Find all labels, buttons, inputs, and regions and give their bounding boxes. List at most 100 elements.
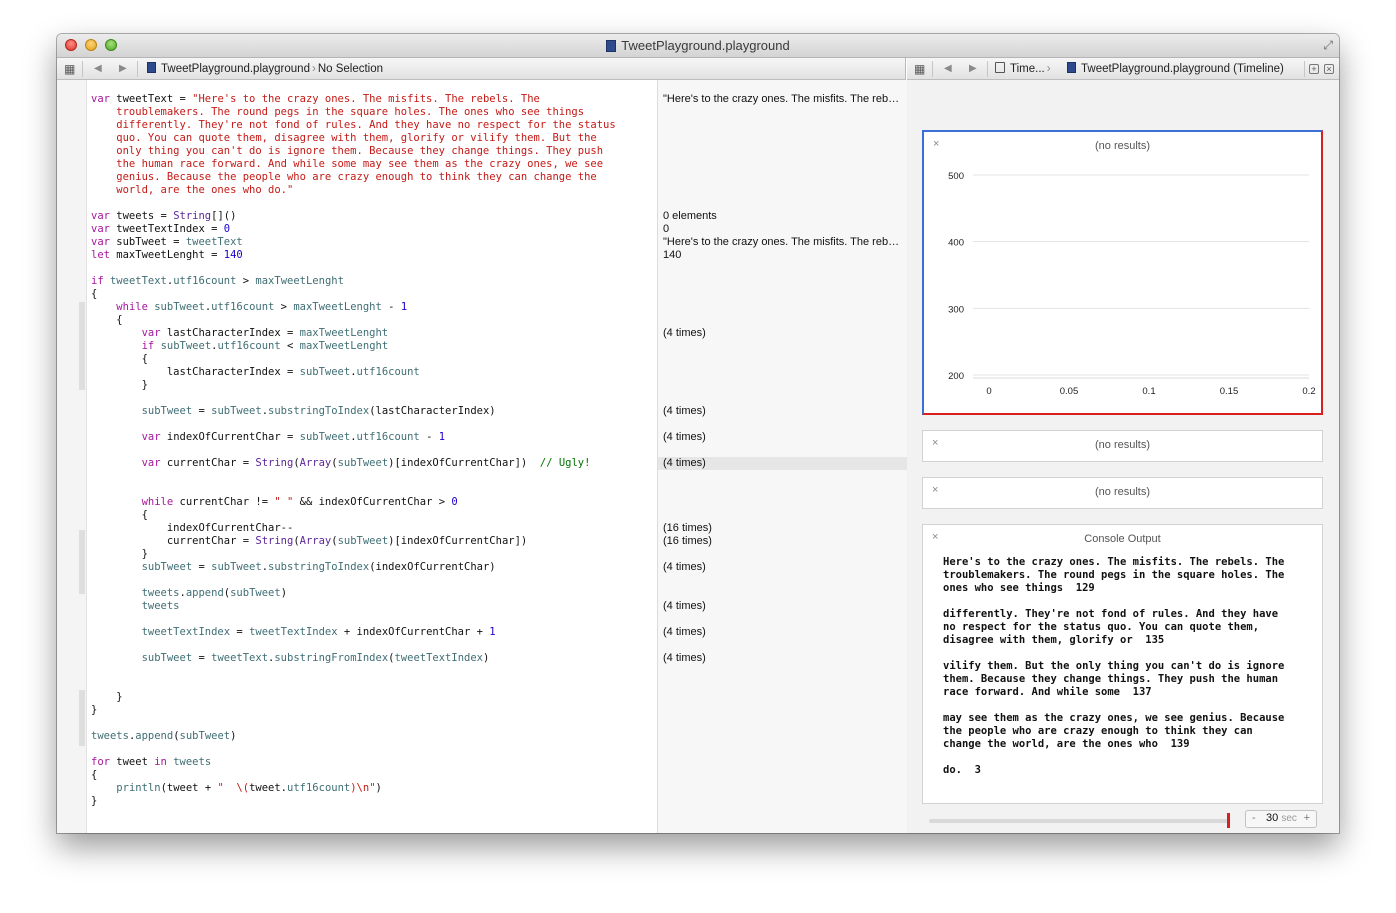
code-line[interactable]: quo. You can quote them, disagree with t…: [91, 132, 596, 144]
code-line[interactable]: genius. Because the people who are crazy…: [91, 171, 596, 183]
code-line[interactable]: subTweet = subTweet.substringToIndex(las…: [91, 405, 496, 417]
back-arrow-icon[interactable]: ◀: [944, 63, 952, 74]
code-token: tweets: [91, 730, 129, 742]
code-token: subTweet: [211, 405, 262, 417]
result-value[interactable]: (4 times): [663, 626, 903, 639]
code-line[interactable]: }: [91, 795, 97, 807]
close-assistant-editor-icon[interactable]: ×: [1324, 64, 1334, 74]
code-line[interactable]: indexOfCurrentChar--: [91, 522, 293, 534]
related-items-grid-icon[interactable]: ▦: [914, 62, 925, 76]
code-line[interactable]: {: [91, 769, 97, 781]
code-line[interactable]: var subTweet = tweetText: [91, 236, 243, 248]
code-line[interactable]: while currentChar != " " && indexOfCurre…: [91, 496, 458, 508]
code-token: tweets =: [109, 210, 174, 222]
code-line[interactable]: for tweet in tweets: [91, 756, 211, 768]
code-line[interactable]: let maxTweetLenght = 140: [91, 249, 243, 261]
console-output-panel[interactable]: × Console Output Here's to the crazy one…: [922, 524, 1323, 804]
breadcrumb-selection[interactable]: No Selection: [318, 63, 383, 75]
result-panel[interactable]: × (no results): [922, 477, 1323, 509]
code-line[interactable]: }: [91, 691, 122, 703]
result-panel[interactable]: × (no results): [922, 430, 1323, 462]
code-line[interactable]: var tweets = String[](): [91, 210, 236, 222]
assistant-mode-selector[interactable]: Time... ›: [995, 62, 1053, 75]
fold-ribbon[interactable]: [79, 530, 85, 594]
code-line[interactable]: {: [91, 288, 97, 300]
code-line[interactable]: println(tweet + " \(tweet.utf16count)\n"…: [91, 782, 382, 794]
result-value[interactable]: 140: [663, 249, 903, 262]
assistant-breadcrumb[interactable]: TweetPlayground.playground (Timeline): [1067, 62, 1284, 75]
result-value[interactable]: (4 times): [663, 652, 903, 665]
code-line[interactable]: troublemakers. The round pegs in the squ…: [91, 106, 584, 118]
code-line[interactable]: lastCharacterIndex = subTweet.utf16count: [91, 366, 420, 378]
related-items-grid-icon[interactable]: ▦: [64, 62, 75, 76]
result-value[interactable]: (16 times): [663, 522, 903, 535]
duration-stepper[interactable]: - 30 sec +: [1245, 810, 1317, 828]
swift-source-code[interactable]: var tweetText = "Here's to the crazy one…: [91, 93, 616, 808]
code-token: tweetTextIndex =: [109, 223, 224, 235]
code-line[interactable]: }: [91, 379, 148, 391]
code-line[interactable]: var tweetTextIndex = 0: [91, 223, 230, 235]
result-value[interactable]: (4 times): [663, 327, 903, 340]
result-value[interactable]: (4 times): [658, 457, 907, 470]
code-token: append: [185, 587, 224, 599]
code-line[interactable]: tweets: [91, 600, 180, 612]
value-history-chart: 200 300 400 500 0 0.05 0.1 0.15 0.2: [948, 171, 1315, 397]
code-line[interactable]: {: [91, 509, 148, 521]
code-token: -: [381, 301, 401, 313]
chart-x-tick-label: 0.1: [1142, 386, 1155, 397]
code-editor[interactable]: var tweetText = "Here's to the crazy one…: [57, 80, 657, 833]
breadcrumb-file[interactable]: TweetPlayground.playground: [161, 63, 310, 75]
code-line[interactable]: var tweetText = "Here's to the crazy one…: [91, 93, 540, 105]
duration-decrement-button[interactable]: -: [1252, 812, 1256, 824]
fold-ribbon[interactable]: [79, 690, 85, 746]
code-line[interactable]: }: [91, 704, 97, 716]
result-value[interactable]: (4 times): [663, 600, 903, 613]
result-value[interactable]: 0: [663, 223, 903, 236]
code-line[interactable]: currentChar = String(Array(subTweet)[ind…: [91, 535, 527, 547]
code-line[interactable]: {: [91, 314, 122, 326]
code-line[interactable]: subTweet = subTweet.substringToIndex(ind…: [91, 561, 496, 573]
code-line[interactable]: only thing you can't do is ignore them. …: [91, 145, 603, 157]
result-value[interactable]: (4 times): [663, 405, 903, 418]
fold-ribbon[interactable]: [79, 302, 85, 390]
code-line[interactable]: var indexOfCurrentChar = subTweet.utf16c…: [91, 431, 445, 443]
code-token: =: [230, 626, 250, 638]
code-line[interactable]: while subTweet.utf16count > maxTweetLeng…: [91, 301, 407, 313]
result-value[interactable]: (4 times): [663, 561, 903, 574]
result-value[interactable]: (16 times): [663, 535, 903, 548]
code-line[interactable]: differently. They're not fond of rules. …: [91, 119, 615, 131]
value-history-chart-panel[interactable]: × (no results) 200 300 400 500 0 0.05 0.1 0.15 0…: [922, 130, 1323, 415]
code-token: var: [91, 236, 110, 248]
result-value[interactable]: "Here's to the crazy ones. The misfits. …: [663, 93, 903, 106]
jump-bar-separator: [1304, 61, 1305, 77]
timeline-slider-knob[interactable]: [1227, 813, 1230, 828]
duration-increment-button[interactable]: +: [1304, 812, 1310, 824]
code-line[interactable]: var lastCharacterIndex = maxTweetLenght: [91, 327, 389, 339]
code-line[interactable]: if subTweet.utf16count < maxTweetLenght: [91, 340, 389, 352]
add-assistant-editor-icon[interactable]: +: [1309, 64, 1319, 74]
result-value[interactable]: "Here's to the crazy ones. The misfits. …: [663, 236, 903, 249]
code-token: <: [280, 340, 300, 352]
code-line[interactable]: world, are the ones who do.": [91, 184, 293, 196]
window-title-text: TweetPlayground.playground: [621, 38, 790, 53]
code-line[interactable]: }: [91, 548, 148, 560]
chart-x-tick-label: 0.05: [1060, 386, 1079, 397]
code-line[interactable]: tweets.append(subTweet): [91, 730, 236, 742]
code-line[interactable]: if tweetText.utf16count > maxTweetLenght: [91, 275, 344, 287]
forward-arrow-icon[interactable]: ▶: [119, 63, 127, 74]
code-line[interactable]: subTweet = tweetText.substringFromIndex(…: [91, 652, 490, 664]
back-arrow-icon[interactable]: ◀: [94, 63, 102, 74]
code-line[interactable]: var currentChar = String(Array(subTweet)…: [91, 457, 591, 469]
forward-arrow-icon[interactable]: ▶: [969, 63, 977, 74]
result-value[interactable]: 0 elements: [663, 210, 903, 223]
code-line[interactable]: the human race forward. And while some m…: [91, 158, 603, 170]
code-line[interactable]: {: [91, 353, 148, 365]
fullscreen-icon[interactable]: ⤢: [1323, 38, 1333, 53]
timeline-slider-track[interactable]: [929, 819, 1229, 823]
result-value[interactable]: (4 times): [663, 431, 903, 444]
code-line[interactable]: tweets.append(subTweet): [91, 587, 287, 599]
code-line[interactable]: tweetTextIndex = tweetTextIndex + indexO…: [91, 626, 496, 638]
